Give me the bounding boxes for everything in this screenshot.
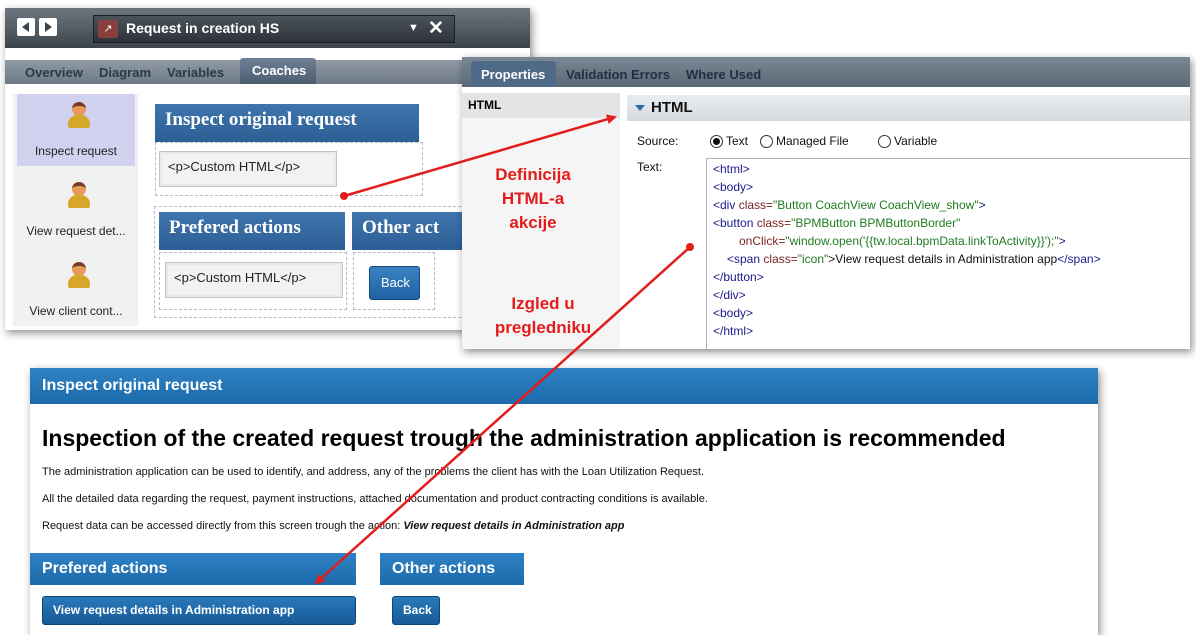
coach-section-inspect[interactable]: Inspect original request xyxy=(155,104,419,142)
html-section-title: HTML xyxy=(651,99,693,116)
code-line: <html> xyxy=(713,162,750,176)
process-selector[interactable]: ↗ Request in creation HS ▼ ✕ xyxy=(93,15,455,43)
code-line: <body> xyxy=(713,306,754,320)
activity-view-request-details[interactable]: View request det... xyxy=(17,174,135,246)
preview-header: Inspect original request xyxy=(30,368,1098,404)
activity-label: View client cont... xyxy=(29,304,123,318)
source-label: Source: xyxy=(637,134,679,148)
coach-section-title: Prefered actions xyxy=(169,217,301,238)
radio-managed-file[interactable] xyxy=(760,135,773,148)
code-line: onClick="window.open('{{tw.local.bpmData… xyxy=(739,234,1066,248)
forward-nav-button[interactable] xyxy=(39,18,57,36)
user-icon xyxy=(67,182,91,208)
preview-section-title: Other actions xyxy=(392,560,496,577)
annotation-html-definition: Definicija HTML-a akcije xyxy=(478,163,588,235)
custom-html-block[interactable]: <p>Custom HTML</p> xyxy=(165,262,343,298)
radio-text[interactable] xyxy=(710,135,723,148)
process-icon: ↗ xyxy=(98,20,118,38)
view-request-details-button[interactable]: View request details in Administration a… xyxy=(42,596,356,625)
view-request-details-label: View request details in Administration a… xyxy=(53,603,295,617)
process-designer-window: ↗ Request in creation HS ▼ ✕ Overview Di… xyxy=(5,8,530,330)
tab-variables[interactable]: Variables xyxy=(167,65,224,80)
tab-properties-label: Properties xyxy=(481,67,546,82)
activity-list: Inspect request View request det... View… xyxy=(13,94,138,326)
custom-html-label: <p>Custom HTML</p> xyxy=(168,159,301,174)
arrow-left-icon xyxy=(22,22,29,32)
html-section-header[interactable]: HTML xyxy=(627,95,1190,121)
arrow-right-icon xyxy=(45,22,52,32)
tab-overview[interactable]: Overview xyxy=(25,65,83,80)
preview-header-title: Inspect original request xyxy=(42,377,223,394)
annotation-browser-look: Izgled u pregledniku xyxy=(478,292,608,340)
radio-variable[interactable] xyxy=(878,135,891,148)
browser-preview: Inspect original request Inspection of t… xyxy=(30,368,1098,635)
text-label: Text: xyxy=(637,160,663,174)
annotation-line: Izgled u xyxy=(511,294,575,313)
code-line: <span class="icon">View request details … xyxy=(727,252,1101,266)
radio-variable-label: Variable xyxy=(894,134,938,148)
coach-section-title: Other act xyxy=(362,217,440,238)
properties-nav-html[interactable]: HTML xyxy=(462,93,620,118)
preview-paragraph-2: All the detailed data regarding the requ… xyxy=(42,493,708,505)
radio-text-label: Text xyxy=(726,134,749,148)
annotation-line: Definicija xyxy=(495,165,571,184)
custom-html-label: <p>Custom HTML</p> xyxy=(174,270,307,285)
coach-section-other-actions[interactable]: Other act xyxy=(352,212,472,250)
activity-label: View request det... xyxy=(26,224,126,238)
code-line: </html> xyxy=(713,324,754,338)
preview-prefered-actions-header: Prefered actions xyxy=(30,553,356,585)
activity-label: Inspect request xyxy=(34,144,118,158)
activity-view-client-contract[interactable]: View client cont... xyxy=(17,254,135,326)
back-nav-button[interactable] xyxy=(17,18,35,36)
tab-coaches[interactable]: Coaches xyxy=(240,58,316,84)
preview-action-name: View request details in Administration a… xyxy=(403,520,625,532)
code-line: <body> xyxy=(713,180,754,194)
preview-other-actions-header: Other actions xyxy=(380,553,524,585)
code-line: </div> xyxy=(713,288,746,302)
tab-where-used[interactable]: Where Used xyxy=(686,67,761,82)
code-line: <div class="Button CoachView CoachView_s… xyxy=(713,198,986,212)
tab-coaches-label: Coaches xyxy=(252,63,307,78)
user-icon xyxy=(67,102,91,128)
custom-html-block[interactable]: <p>Custom HTML</p> xyxy=(159,151,337,187)
process-title: Request in creation HS xyxy=(126,20,280,36)
annotation-line: HTML-a xyxy=(501,189,565,208)
collapse-triangle-icon xyxy=(635,105,645,111)
tab-validation-errors[interactable]: Validation Errors xyxy=(566,67,670,82)
close-icon[interactable]: ✕ xyxy=(428,17,444,40)
coach-section-prefered-actions[interactable]: Prefered actions xyxy=(159,212,345,250)
chevron-down-icon[interactable]: ▼ xyxy=(408,22,419,34)
activity-inspect-request[interactable]: Inspect request xyxy=(17,94,135,166)
preview-paragraph-3-text: Request data can be accessed directly fr… xyxy=(42,520,404,532)
back-button[interactable]: Back xyxy=(369,266,420,300)
annotation-line: pregledniku xyxy=(494,318,592,337)
preview-heading: Inspection of the created request trough… xyxy=(42,425,1006,451)
code-line: </button> xyxy=(713,270,764,284)
preview-paragraph-1: The administration application can be us… xyxy=(42,466,705,478)
properties-nav-label: HTML xyxy=(468,98,502,112)
preview-back-label: Back xyxy=(403,603,432,617)
tab-properties[interactable]: Properties xyxy=(471,61,556,87)
coach-section-title: Inspect original request xyxy=(165,109,357,130)
user-icon xyxy=(67,262,91,288)
back-button-label: Back xyxy=(381,275,410,290)
preview-paragraph-3: Request data can be accessed directly fr… xyxy=(42,520,624,532)
code-line: <button class="BPMButton BPMButtonBorder… xyxy=(713,216,961,230)
html-code-editor[interactable]: <html> <body> <div class="Button CoachVi… xyxy=(706,158,1190,349)
properties-tabs: Properties Validation Errors Where Used xyxy=(462,57,1190,87)
annotation-line: akcije xyxy=(509,213,557,232)
radio-managed-file-label: Managed File xyxy=(776,134,849,148)
designer-titlebar: ↗ Request in creation HS ▼ ✕ xyxy=(5,8,530,48)
preview-back-button[interactable]: Back xyxy=(392,596,440,625)
preview-section-title: Prefered actions xyxy=(42,560,168,577)
tab-diagram[interactable]: Diagram xyxy=(99,65,151,80)
